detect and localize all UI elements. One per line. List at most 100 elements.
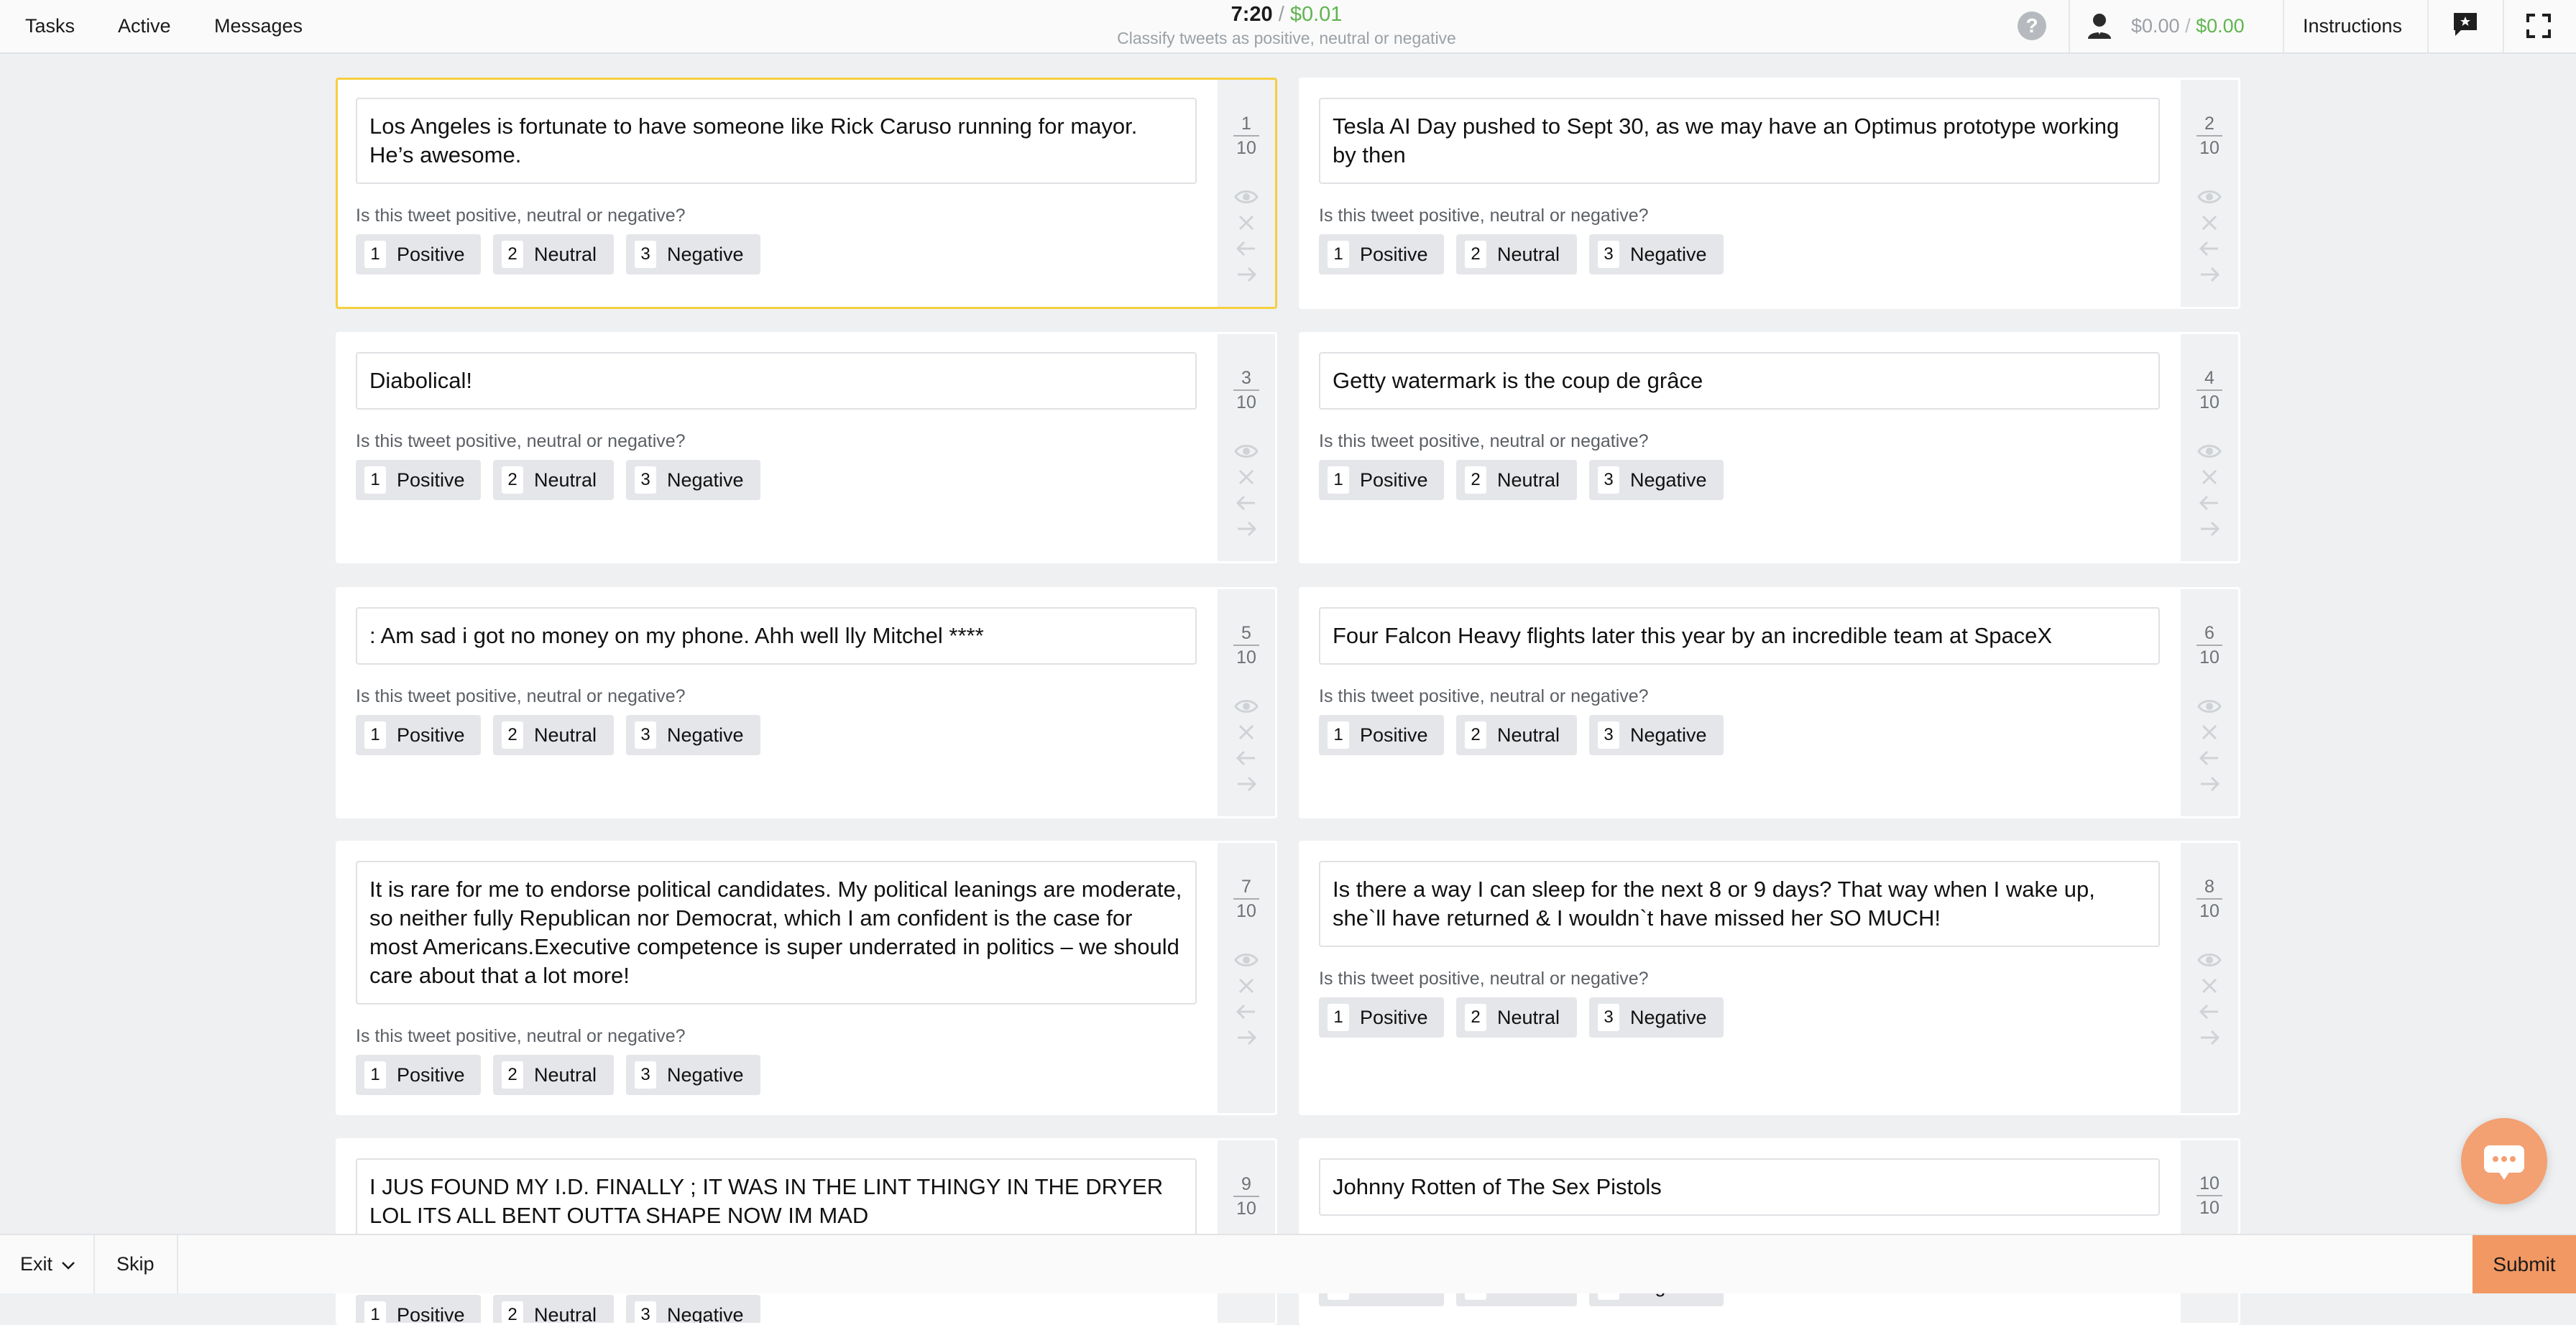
- arrow-right-icon[interactable]: [2196, 771, 2222, 797]
- option-positive-button[interactable]: 1Positive: [356, 1295, 481, 1325]
- task-card[interactable]: It is rare for me to endorse political c…: [336, 841, 1277, 1115]
- option-negative-button[interactable]: 3Negative: [626, 460, 760, 500]
- option-positive-button[interactable]: 1Positive: [356, 715, 481, 755]
- divider: [93, 1235, 95, 1293]
- close-icon[interactable]: [1233, 973, 1259, 999]
- option-neutral-button[interactable]: 2Neutral: [1456, 715, 1577, 755]
- arrow-right-icon[interactable]: [1233, 262, 1259, 287]
- option-neutral-button[interactable]: 2Neutral: [493, 234, 614, 274]
- option-hotkey: 2: [1465, 1004, 1486, 1031]
- option-neutral-button[interactable]: 2Neutral: [1456, 997, 1577, 1038]
- fullscreen-icon[interactable]: [2526, 13, 2552, 39]
- eye-icon[interactable]: [2196, 947, 2222, 973]
- task-card[interactable]: Diabolical!Is this tweet positive, neutr…: [336, 332, 1277, 563]
- skip-button[interactable]: Skip: [116, 1235, 155, 1293]
- arrow-right-icon[interactable]: [2196, 1025, 2222, 1051]
- option-positive-button[interactable]: 1Positive: [1319, 715, 1444, 755]
- eye-icon[interactable]: [1233, 947, 1259, 973]
- task-card[interactable]: I JUS FOUND MY I.D. FINALLY ; IT WAS IN …: [336, 1138, 1277, 1325]
- task-counter: 710: [1218, 875, 1275, 923]
- option-positive-button[interactable]: 1Positive: [1319, 234, 1444, 274]
- arrow-left-icon[interactable]: [2196, 745, 2222, 771]
- eye-icon[interactable]: [2196, 184, 2222, 210]
- task-number: 6: [2181, 622, 2238, 645]
- task-card[interactable]: Tesla AI Day pushed to Sept 30, as we ma…: [1299, 78, 2240, 309]
- arrow-right-icon[interactable]: [1233, 1025, 1259, 1051]
- close-icon[interactable]: [1233, 210, 1259, 236]
- arrow-left-icon[interactable]: [1233, 745, 1259, 771]
- eye-icon[interactable]: [2196, 438, 2222, 464]
- option-positive-button[interactable]: 1Positive: [356, 234, 481, 274]
- eye-icon[interactable]: [1233, 693, 1259, 719]
- option-hotkey: 1: [364, 1301, 386, 1325]
- option-negative-button[interactable]: 3Negative: [626, 1055, 760, 1095]
- option-negative-button[interactable]: 3Negative: [1589, 460, 1724, 500]
- arrow-right-icon[interactable]: [2196, 516, 2222, 542]
- task-total: 10: [1233, 389, 1259, 414]
- nav-tasks[interactable]: Tasks: [25, 0, 75, 52]
- tweet-text: Tesla AI Day pushed to Sept 30, as we ma…: [1319, 98, 2160, 184]
- task-card[interactable]: : Am sad i got no money on my phone. Ahh…: [336, 587, 1277, 818]
- support-chat-button[interactable]: [2461, 1118, 2547, 1204]
- arrow-left-icon[interactable]: [1233, 236, 1259, 262]
- close-icon[interactable]: [1233, 719, 1259, 745]
- eye-icon[interactable]: [1233, 184, 1259, 210]
- option-positive-button[interactable]: 1Positive: [356, 1055, 481, 1095]
- submit-button[interactable]: Submit: [2472, 1235, 2576, 1293]
- option-neutral-button[interactable]: 2Neutral: [1456, 460, 1577, 500]
- arrow-right-icon[interactable]: [2196, 262, 2222, 287]
- option-negative-button[interactable]: 3Negative: [626, 1295, 760, 1325]
- arrow-right-icon[interactable]: [1233, 771, 1259, 797]
- task-total: 10: [1233, 135, 1259, 160]
- close-icon[interactable]: [2196, 973, 2222, 999]
- option-neutral-button[interactable]: 2Neutral: [493, 715, 614, 755]
- option-positive-button[interactable]: 1Positive: [356, 460, 481, 500]
- option-negative-button[interactable]: 3Negative: [1589, 997, 1724, 1038]
- close-icon[interactable]: [2196, 719, 2222, 745]
- option-neutral-button[interactable]: 2Neutral: [1456, 234, 1577, 274]
- help-icon[interactable]: ?: [2018, 11, 2046, 40]
- arrow-left-icon[interactable]: [1233, 999, 1259, 1025]
- arrow-left-icon[interactable]: [2196, 999, 2222, 1025]
- option-positive-button[interactable]: 1Positive: [1319, 997, 1444, 1038]
- option-negative-button[interactable]: 3Negative: [626, 234, 760, 274]
- close-icon[interactable]: [2196, 464, 2222, 490]
- exit-label: Exit: [20, 1253, 52, 1275]
- task-card[interactable]: Is there a way I can sleep for the next …: [1299, 841, 2240, 1115]
- option-neutral-button[interactable]: 2Neutral: [493, 460, 614, 500]
- chat-icon[interactable]: [2451, 10, 2480, 39]
- exit-button[interactable]: Exit: [20, 1235, 75, 1293]
- task-side-panel: 210: [2181, 80, 2238, 307]
- option-negative-button[interactable]: 3Negative: [626, 715, 760, 755]
- eye-icon[interactable]: [2196, 693, 2222, 719]
- arrow-right-icon[interactable]: [1233, 516, 1259, 542]
- task-card[interactable]: Johnny Rotten of The Sex PistolsIs this …: [1299, 1138, 2240, 1325]
- option-negative-button[interactable]: 3Negative: [1589, 234, 1724, 274]
- option-neutral-button[interactable]: 2Neutral: [493, 1295, 614, 1325]
- task-number: 9: [1218, 1173, 1275, 1196]
- tweet-text: It is rare for me to endorse political c…: [356, 861, 1197, 1005]
- arrow-left-icon[interactable]: [2196, 236, 2222, 262]
- arrow-left-icon[interactable]: [2196, 490, 2222, 516]
- task-side-panel: 310: [1218, 334, 1275, 561]
- option-positive-button[interactable]: 1Positive: [1319, 460, 1444, 500]
- option-negative-button[interactable]: 3Negative: [1589, 715, 1724, 755]
- task-card[interactable]: Getty watermark is the coup de grâceIs t…: [1299, 332, 2240, 563]
- option-label: Negative: [667, 724, 744, 747]
- divider: [2069, 0, 2070, 52]
- arrow-left-icon[interactable]: [1233, 490, 1259, 516]
- close-icon[interactable]: [1233, 464, 1259, 490]
- person-icon: [2087, 11, 2112, 40]
- nav-active[interactable]: Active: [118, 0, 171, 52]
- nav-messages[interactable]: Messages: [214, 0, 303, 52]
- task-total: 10: [2196, 389, 2222, 414]
- task-card[interactable]: Los Angeles is fortunate to have someone…: [336, 78, 1277, 309]
- instructions-button[interactable]: Instructions: [2303, 0, 2402, 52]
- option-label: Negative: [667, 244, 744, 266]
- option-label: Positive: [1360, 244, 1428, 266]
- task-card[interactable]: Four Falcon Heavy flights later this yea…: [1299, 587, 2240, 818]
- task-counter: 510: [1218, 622, 1275, 669]
- eye-icon[interactable]: [1233, 438, 1259, 464]
- close-icon[interactable]: [2196, 210, 2222, 236]
- option-neutral-button[interactable]: 2Neutral: [493, 1055, 614, 1095]
